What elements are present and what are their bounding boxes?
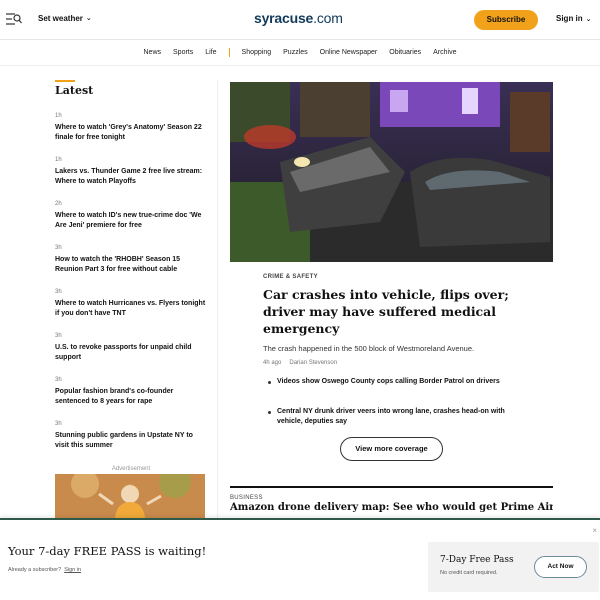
latest-item[interactable]: 3h How to watch the 'RHOBH' Season 15 Re… — [55, 245, 207, 289]
story-age: 4h ago — [263, 360, 282, 366]
sign-in-label: Sign in — [556, 14, 583, 23]
paywall-title: Your 7-day FREE PASS is waiting! — [8, 544, 207, 558]
subscribe-button[interactable]: Subscribe — [474, 10, 538, 30]
latest-accent-bar — [55, 80, 75, 82]
nav-item-shopping[interactable]: Shopping — [242, 49, 272, 56]
logo-main: syracuse — [254, 10, 314, 26]
offer-name: 7-Day Free Pass — [440, 555, 514, 565]
nav-item-puzzles[interactable]: Puzzles — [283, 49, 308, 56]
ad-child-illustration — [55, 474, 205, 518]
story-dek: The crash happened in the 500 block of W… — [263, 344, 475, 353]
latest-item-age: 3h — [55, 289, 62, 295]
set-weather-label: Set weather — [38, 14, 83, 23]
offer-card: 7-Day Free Pass No credit card required.… — [428, 542, 599, 592]
crash-scene-illustration — [230, 82, 553, 262]
latest-item-age: 3h — [55, 377, 62, 383]
latest-item[interactable]: 3h Stunning public gardens in Upstate NY… — [55, 421, 207, 465]
latest-item-age: 3h — [55, 245, 62, 251]
site-logo[interactable]: syracuse.com — [254, 10, 343, 26]
story-kicker[interactable]: CRIME & SAFETY — [263, 274, 318, 280]
latest-item-age: 1h — [55, 113, 62, 119]
menu-search-icon[interactable] — [6, 12, 22, 26]
related-link[interactable]: Videos show Oswego County cops calling B… — [268, 377, 528, 407]
latest-item-title[interactable]: Lakers vs. Thunder Game 2 free live stre… — [55, 167, 207, 187]
nav-divider — [228, 48, 230, 57]
latest-item-title[interactable]: Stunning public gardens in Upstate NY to… — [55, 431, 207, 451]
latest-item-title[interactable]: U.S. to revoke passports for unpaid chil… — [55, 343, 207, 363]
already-subscriber-text: Already a subscriber? — [8, 567, 62, 573]
related-link-text[interactable]: Videos show Oswego County cops calling B… — [277, 378, 500, 385]
related-links: Videos show Oswego County cops calling B… — [268, 377, 528, 437]
latest-item-title[interactable]: Where to watch ID's new true-crime doc '… — [55, 211, 207, 231]
chevron-down-icon: ⌄ — [585, 16, 592, 23]
nav-item-sports[interactable]: Sports — [173, 49, 193, 56]
nav-item-news[interactable]: News — [144, 49, 162, 56]
latest-item-age: 3h — [55, 333, 62, 339]
latest-item-age: 2h — [55, 201, 62, 207]
related-link-text[interactable]: Central NY drunk driver veers into wrong… — [277, 408, 505, 425]
story-byline: 4h ago Darian Stevenson — [263, 360, 337, 366]
latest-item-title[interactable]: Popular fashion brand's co-founder sente… — [55, 387, 207, 407]
act-now-button[interactable]: Act Now — [534, 556, 587, 578]
column-divider — [217, 80, 218, 520]
logo-suffix: .com — [313, 10, 343, 26]
hero-image[interactable] — [230, 82, 553, 262]
set-weather-button[interactable]: Set weather ⌄ — [38, 14, 92, 23]
section-rule — [230, 486, 553, 488]
second-story-kicker[interactable]: BUSINESS — [230, 495, 263, 501]
site-header: Set weather ⌄ syracuse.com Subscribe Sign… — [0, 0, 600, 40]
story-author[interactable]: Darian Stevenson — [289, 360, 337, 366]
nav-item-online-newspaper[interactable]: Online Newspaper — [320, 49, 378, 56]
paywall-subscriber-line: Already a subscriber? Sign in — [8, 567, 81, 573]
latest-item[interactable]: 2h Where to watch ID's new true-crime do… — [55, 201, 207, 245]
bullet-icon — [268, 381, 271, 384]
bullet-icon — [268, 411, 271, 414]
latest-section: Latest 1h Where to watch 'Grey's Anatomy… — [55, 80, 207, 449]
latest-item-title[interactable]: How to watch the 'RHOBH' Season 15 Reuni… — [55, 255, 207, 275]
latest-item-age: 1h — [55, 157, 62, 163]
latest-item[interactable]: 3h Where to watch Hurricanes vs. Flyers … — [55, 289, 207, 333]
latest-item[interactable]: 1h Where to watch 'Grey's Anatomy' Seaso… — [55, 113, 207, 157]
latest-item-title[interactable]: Where to watch 'Grey's Anatomy' Season 2… — [55, 123, 207, 143]
nav-item-archive[interactable]: Archive — [433, 49, 456, 56]
paywall-banner: × Your 7-day FREE PASS is waiting! Alrea… — [0, 518, 600, 600]
close-icon[interactable]: × — [592, 526, 597, 535]
related-link[interactable]: Central NY drunk driver veers into wrong… — [268, 407, 528, 437]
latest-item[interactable]: 1h Lakers vs. Thunder Game 2 free live s… — [55, 157, 207, 201]
latest-item-title[interactable]: Where to watch Hurricanes vs. Flyers ton… — [55, 299, 207, 319]
advertisement-image[interactable] — [55, 474, 205, 518]
story-headline[interactable]: Car crashes into vehicle, flips over; dr… — [263, 286, 533, 337]
latest-item[interactable]: 3h U.S. to revoke passports for unpaid c… — [55, 333, 207, 377]
latest-item-age: 3h — [55, 421, 62, 427]
chevron-down-icon: ⌄ — [85, 15, 92, 22]
nav-item-life[interactable]: Life — [205, 49, 216, 56]
nav-item-obituaries[interactable]: Obituaries — [389, 49, 421, 56]
section-nav: News Sports Life Shopping Puzzles Online… — [0, 40, 600, 66]
advertisement-label: Advertisement — [111, 466, 151, 472]
latest-item[interactable]: 3h Popular fashion brand's co-founder se… — [55, 377, 207, 421]
offer-note: No credit card required. — [440, 570, 498, 576]
paywall-sign-in-link[interactable]: Sign in — [64, 567, 81, 573]
sign-in-button[interactable]: Sign in ⌄ — [556, 14, 592, 23]
view-more-coverage-button[interactable]: View more coverage — [340, 437, 443, 461]
latest-list: 1h Where to watch 'Grey's Anatomy' Seaso… — [55, 113, 207, 465]
latest-heading: Latest — [55, 84, 94, 97]
second-story-headline[interactable]: Amazon drone delivery map: See who would… — [230, 502, 553, 513]
